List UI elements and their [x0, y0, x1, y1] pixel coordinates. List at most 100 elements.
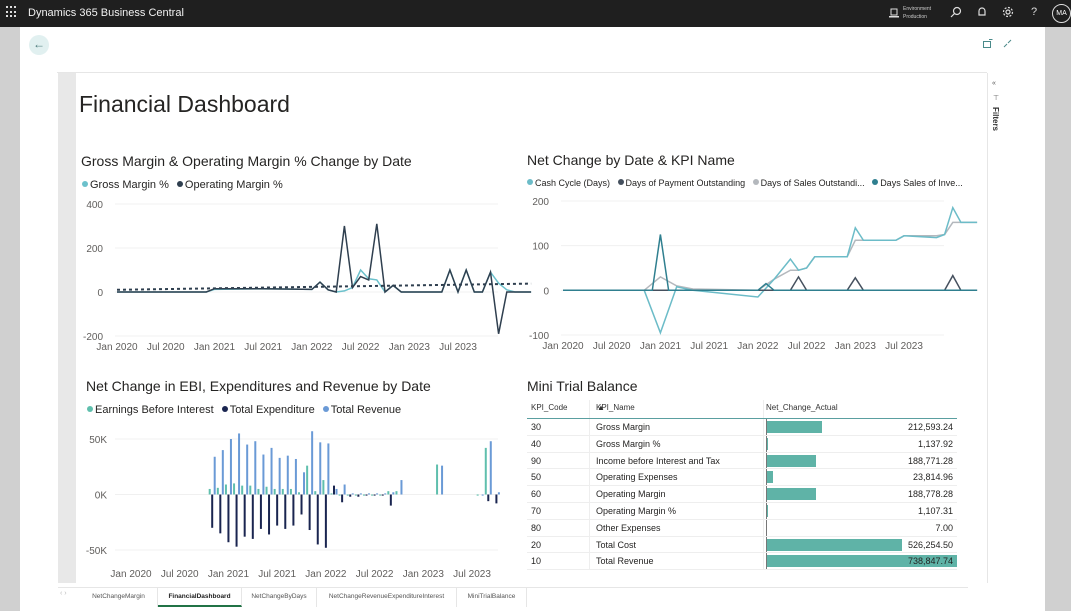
bar-earnings-before-interest [224, 484, 227, 495]
bar-total-revenue [246, 444, 249, 495]
bar-total-expenditure [381, 494, 384, 496]
table-body: 30 Gross Margin 212,593.24 40 Gross Margin %… [527, 419, 957, 571]
y-tick-label: 0K [95, 491, 108, 502]
table-row[interactable]: 40 Gross Margin % 1,137.92 [527, 436, 957, 453]
bar-total-expenditure [276, 494, 279, 526]
bar-total-revenue [343, 484, 346, 495]
cell-kpi-code: 90 [531, 455, 542, 466]
x-tick-label: Jul 2023 [453, 569, 491, 580]
bar-earnings-before-interest [281, 488, 284, 495]
bar-earnings-before-interest [484, 447, 487, 495]
bar-total-expenditure [349, 494, 352, 497]
cell-kpi-name: Other Expenses [596, 522, 661, 533]
bar-total-expenditure [251, 494, 254, 539]
bar-total-revenue [481, 494, 484, 496]
y-tick-label: 200 [532, 197, 549, 208]
table-row[interactable]: 70 Operating Margin % 1,107.31 [527, 503, 957, 520]
series-line-cash-cycle-days- [563, 205, 978, 335]
cell-kpi-code: 70 [531, 505, 542, 516]
cell-kpi-code: 30 [531, 422, 542, 432]
bar-total-expenditure [316, 494, 319, 545]
data-bar [767, 538, 903, 551]
bar-total-revenue [497, 492, 500, 495]
bar-total-revenue [376, 493, 379, 495]
tab-netchangemargin[interactable]: NetChangeMargin [80, 587, 158, 607]
bar-total-expenditure [324, 494, 327, 548]
cell-kpi-name: Gross Margin [596, 422, 651, 432]
table-row[interactable]: 60 Operating Margin 188,778.28 [527, 486, 957, 503]
x-tick-label: Jul 2020 [147, 342, 185, 353]
bar-earnings-before-interest [241, 485, 244, 495]
bar-total-revenue [311, 431, 314, 495]
cell-kpi-code: 60 [531, 489, 542, 500]
bar-total-revenue [229, 439, 232, 495]
cell-kpi-name: Total Cost [596, 539, 637, 550]
bar-total-revenue [359, 493, 362, 495]
table-row[interactable]: 10 Total Revenue 738,847.74 [527, 553, 957, 571]
bar-earnings-before-interest [314, 491, 317, 495]
bar-total-revenue [335, 488, 338, 495]
cell-kpi-name: Total Revenue [596, 556, 654, 567]
cell-kpi-code: 20 [531, 539, 542, 550]
table-row[interactable]: 80 Other Expenses 7.00 [527, 520, 957, 537]
bar-total-revenue [270, 447, 273, 495]
table-row[interactable]: 90 Income before Interest and Tax 188,771.… [527, 453, 957, 470]
bar-total-expenditure [308, 494, 311, 531]
bar-total-expenditure [365, 494, 368, 496]
x-tick-label: Jan 2023 [403, 569, 445, 580]
bar-total-expenditure [259, 494, 262, 529]
bar-earnings-before-interest [436, 464, 439, 495]
cell-kpi-code: 10 [531, 556, 542, 567]
x-tick-label: Jan 2023 [389, 342, 431, 353]
bar-earnings-before-interest [346, 494, 349, 496]
tab-scroll-arrows[interactable]: ‹ › [60, 590, 67, 597]
bar-total-revenue [278, 457, 281, 495]
tab-minitrialbalance[interactable]: MiniTrialBalance [457, 587, 527, 607]
bar-earnings-before-interest [298, 492, 301, 495]
data-bar [767, 454, 816, 467]
table-row[interactable]: 20 Total Cost 526,254.50 [527, 537, 957, 554]
tab-financialdashboard[interactable]: FinancialDashboard [158, 587, 242, 607]
table-row[interactable]: 50 Operating Expenses 23,814.96 [527, 469, 957, 487]
x-tick-label: Jul 2021 [258, 569, 296, 580]
bar-earnings-before-interest [379, 494, 382, 496]
bar-earnings-before-interest [371, 494, 374, 496]
bar-total-revenue [351, 493, 354, 495]
x-tick-label: Jan 2023 [835, 341, 877, 352]
cell-net-change-actual: 1,137.92 [917, 438, 953, 449]
tab-netchangerevenueexpenditureinterest[interactable]: NetChangeRevenueExpenditureInterest [317, 587, 457, 607]
x-tick-label: Jan 2022 [305, 569, 347, 580]
bar-earnings-before-interest [289, 488, 292, 495]
bar-total-expenditure [243, 494, 246, 537]
bar-total-revenue [238, 433, 241, 495]
series-line-days-of-sales-outstandi- [563, 221, 978, 292]
data-bar [767, 471, 774, 484]
column-header-net-change-actual[interactable]: Net_Change_Actual [766, 403, 838, 412]
cell-kpi-code: 80 [531, 522, 542, 533]
bar-total-revenue [262, 454, 265, 495]
bar-earnings-before-interest [273, 488, 276, 495]
x-tick-label: Jan 2021 [208, 569, 250, 580]
bar-total-revenue [221, 450, 224, 495]
bar-earnings-before-interest [208, 488, 211, 495]
bar-total-revenue [392, 492, 395, 495]
x-tick-label: Jan 2020 [110, 569, 152, 580]
cell-net-change-actual: 738,847.74 [907, 556, 953, 567]
cell-net-change-actual: 7.00 [935, 522, 953, 533]
y-tick-label: -50K [86, 546, 107, 557]
tab-netchangebydays[interactable]: NetChangeByDays [242, 587, 317, 607]
bar-earnings-before-interest [265, 486, 268, 495]
bar-total-revenue [441, 465, 444, 495]
table-row[interactable]: 30 Gross Margin 212,593.24 [527, 419, 957, 436]
x-tick-label: Jan 2021 [194, 342, 236, 353]
cell-net-change-actual: 188,778.28 [907, 489, 953, 500]
cell-net-change-actual: 1,107.31 [917, 505, 953, 516]
bar-total-expenditure [341, 494, 344, 503]
x-tick-label: Jul 2021 [244, 342, 282, 353]
cell-net-change-actual: 526,254.50 [907, 539, 953, 550]
column-header-kpi-code[interactable]: KPI_Code [531, 403, 567, 412]
bar-total-expenditure [219, 494, 222, 534]
bar-earnings-before-interest [330, 493, 333, 495]
table-header: KPI_Code KPI_Name ▲ Net_Change_Actual [527, 400, 957, 419]
cell-kpi-name: Operating Margin % [596, 505, 677, 516]
